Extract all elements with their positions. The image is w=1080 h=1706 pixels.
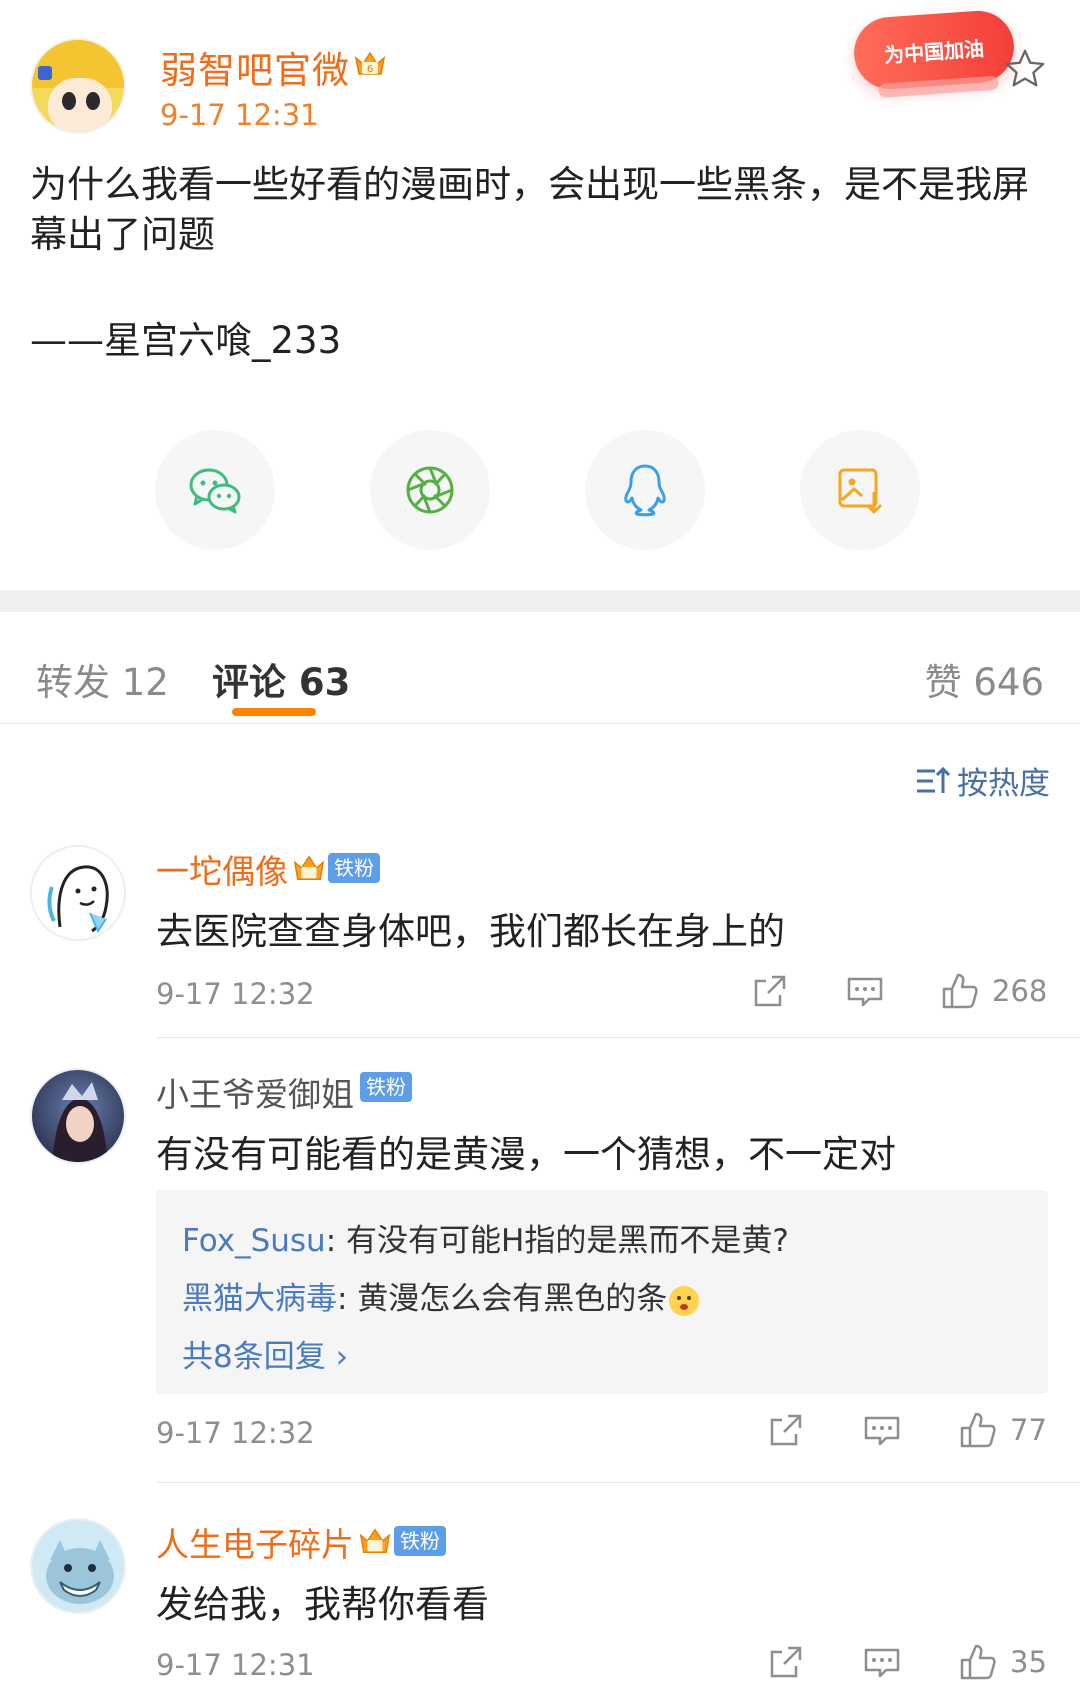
share-out-icon [770,1646,802,1678]
comment-divider [156,1482,1080,1483]
active-tab-indicator [232,708,316,716]
comment-time: 9-17 12:32 [156,977,315,1011]
sort-label: 按热度 [957,766,1050,802]
svg-text:6: 6 [367,64,373,75]
tiefen-badge: 铁粉 [394,1526,446,1556]
commenter-avatar[interactable] [30,1068,126,1164]
repost-button[interactable] [766,1410,806,1450]
view-all-replies-link[interactable]: 共8条回复 › [182,1328,1022,1386]
comment-divider [156,1037,1080,1038]
save-image-icon [838,468,883,514]
share-out-icon [770,1414,802,1446]
post-time: 9-17 12:31 [160,98,319,132]
reply-line: 黑猫大病毒: 黄漫怎么会有黑色的条 [182,1270,1022,1328]
vip-crown-icon [293,855,325,881]
sort-toggle[interactable]: 按热度 [915,758,1050,803]
thinking-emoji-icon [669,1285,700,1316]
reply-text: : 有没有可能H指的是黑而不是黄? [325,1223,789,1259]
moments-icon [406,466,454,514]
thumbs-up-icon [960,1412,996,1448]
share-qq-button[interactable] [585,430,705,550]
share-moments-button[interactable] [370,430,490,550]
comment-time: 9-17 12:32 [156,1416,315,1450]
reply-button[interactable] [862,1642,902,1682]
tab-comments[interactable]: 评论 63 [212,652,350,706]
like-button[interactable]: 77 [958,1410,1047,1450]
like-count: 77 [1010,1413,1047,1447]
comment-text: 去医院查查身体吧，我们都长在身上的 [156,910,785,953]
like-button[interactable]: 35 [958,1642,1047,1682]
tiefen-badge: 铁粉 [328,853,380,883]
reply-button[interactable] [862,1410,902,1450]
share-out-icon [754,975,786,1007]
commenter-avatar[interactable] [30,1518,126,1614]
reply-line: Fox_Susu: 有没有可能H指的是黑而不是黄? [182,1212,1022,1270]
comment-icon [864,1416,900,1446]
comment-text: 有没有可能看的是黄漫，一个猜想，不一定对 [156,1133,896,1176]
save-image-button[interactable] [800,430,920,550]
commenter-avatar[interactable] [30,845,126,941]
reply-username[interactable]: 黑猫大病毒 [182,1281,337,1317]
share-wechat-button[interactable] [155,430,275,550]
post-body: 为什么我看一些好看的漫画时，会出现一些黑条，是不是我屏幕出了问题 [30,163,1029,256]
favorite-star-icon[interactable] [1002,46,1048,92]
qq-icon [624,464,666,517]
comment-icon [864,1648,900,1678]
like-count: 268 [992,974,1048,1008]
fan-badge[interactable]: 铁粉 [292,851,380,885]
avatar-illustration [32,847,124,939]
tab-bar: 转发 12 评论 63 赞 646 [0,612,1080,724]
commenter-name[interactable]: 人生电子碎片 [156,1518,354,1566]
section-divider [0,590,1080,612]
fan-badge[interactable]: 铁粉 [358,1524,446,1558]
promo-badge[interactable]: 为中国加油 [851,8,1017,92]
share-row [0,430,1080,550]
reply-username[interactable]: Fox_Susu [182,1223,326,1259]
thumbs-up-icon [960,1644,996,1680]
comment-text: 发给我，我帮你看看 [156,1583,489,1626]
commenter-name[interactable]: 小王爷爱御姐 [156,1068,354,1116]
avatar-illustration [32,1520,124,1612]
sort-icon [917,766,951,793]
like-button[interactable]: 268 [940,971,1047,1011]
vip-crown-icon: 6 [354,51,386,75]
vip-crown-icon [359,1528,391,1554]
comment-icon [847,977,883,1007]
like-count: 35 [1010,1645,1047,1679]
reply-preview-box[interactable]: Fox_Susu: 有没有可能H指的是黑而不是黄? 黑猫大病毒: 黄漫怎么会有黑… [156,1190,1048,1394]
tab-likes[interactable]: 赞 646 [925,652,1044,706]
author-name[interactable]: 弱智吧官微 [160,40,350,94]
commenter-name[interactable]: 一坨偶像 [156,845,288,893]
reply-button[interactable] [845,971,885,1011]
wechat-icon [189,468,241,514]
post-signature: ——星宫六喰_233 [30,319,342,362]
thumbs-up-icon [942,973,978,1009]
tiefen-badge: 铁粉 [360,1072,412,1102]
tab-repost[interactable]: 转发 12 [36,652,169,706]
reply-text: : 黄漫怎么会有黑色的条 [337,1281,668,1317]
repost-button[interactable] [766,1642,806,1682]
post-card: 弱智吧官微 6 9-17 12:31 为中国加油 为什么我看一些好看的漫画时，会… [0,0,1080,590]
author-avatar[interactable] [30,38,126,134]
fan-badge[interactable]: 铁粉 [358,1072,412,1102]
repost-button[interactable] [750,971,790,1011]
avatar-illustration [32,1070,124,1162]
comment-time: 9-17 12:31 [156,1648,315,1682]
